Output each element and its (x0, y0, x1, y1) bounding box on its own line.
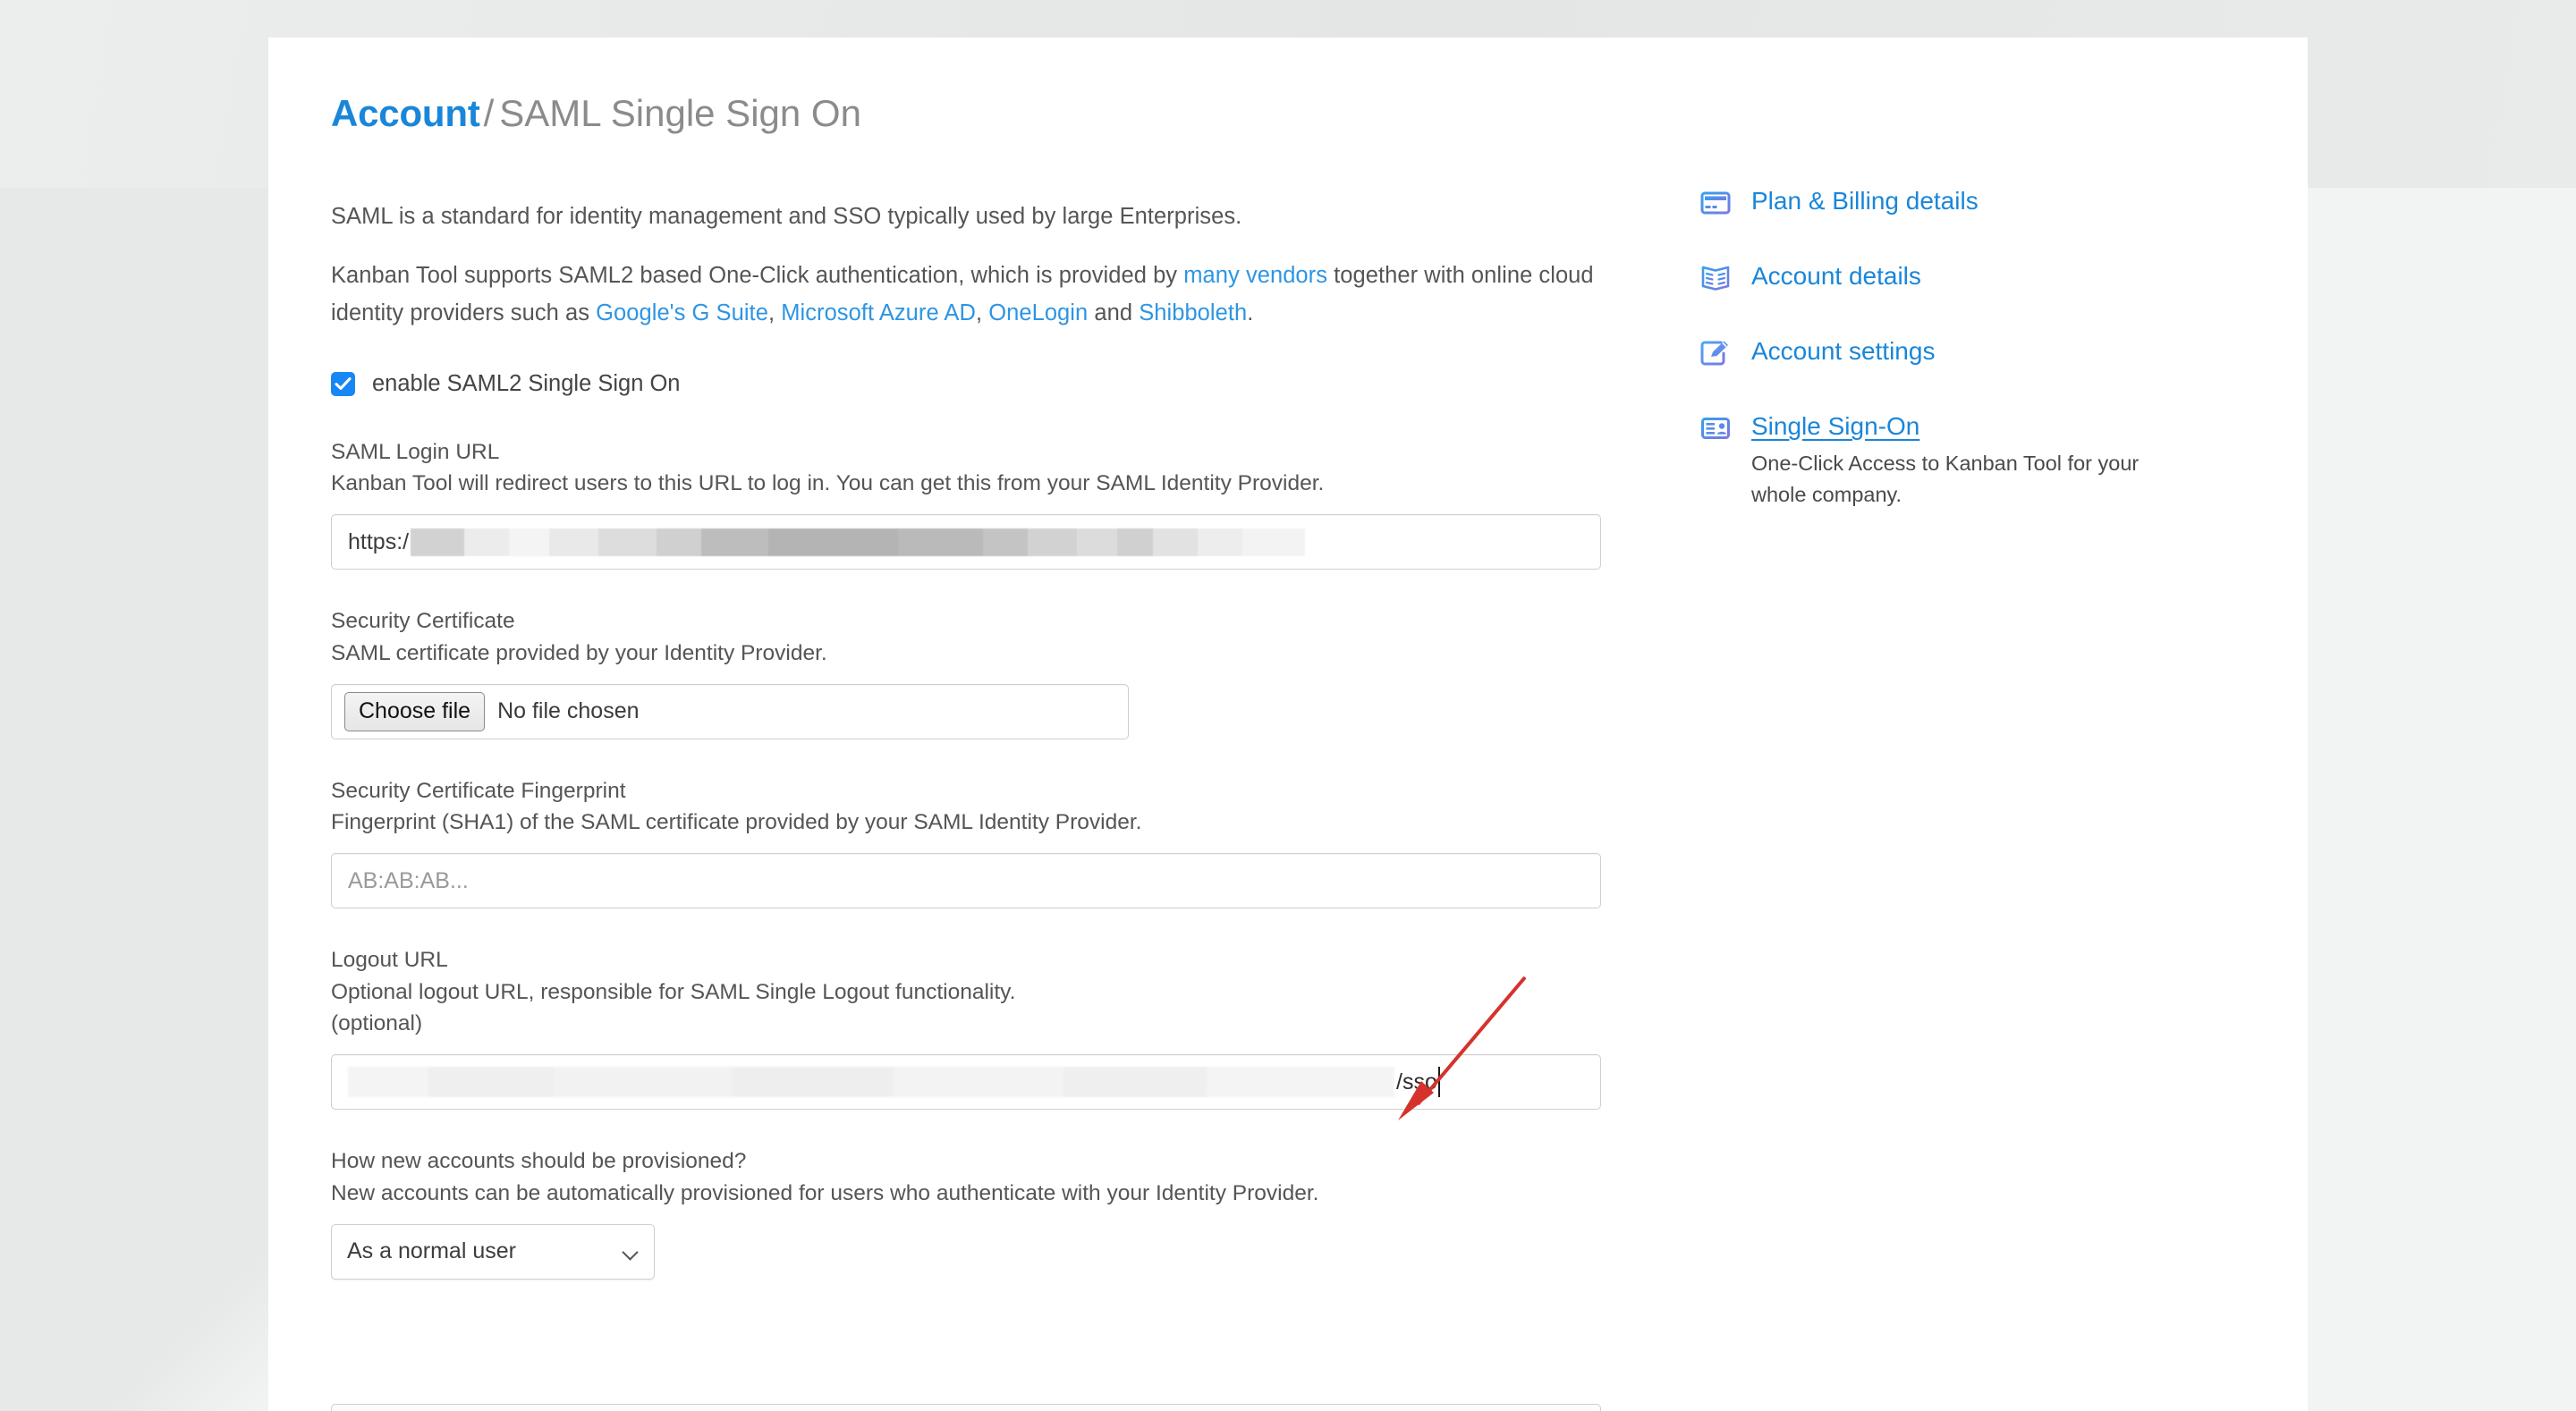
chevron-down-icon (623, 1246, 639, 1256)
sidebar-label-account-settings: Account settings (1751, 337, 1936, 365)
logout-url-description: Optional logout URL, responsible for SAM… (331, 979, 1016, 1004)
field-provisioning: How new accounts should be provisioned? … (331, 1145, 1628, 1280)
text-cursor (1437, 1067, 1440, 1098)
field-logout-url: Logout URL Optional logout URL, responsi… (331, 944, 1628, 1111)
intro-separator-2: , (975, 300, 989, 325)
saml-login-url-input[interactable]: https:/ (331, 514, 1601, 570)
sidebar-item-single-sign-on[interactable]: Single Sign-On (1699, 410, 2236, 444)
next-field-partial[interactable] (331, 1404, 1601, 1411)
sidebar: Plan & Billing details Account details A… (1699, 185, 2236, 511)
breadcrumb-separator: / (483, 92, 495, 134)
credit-card-icon (1699, 187, 1732, 219)
checkmark-icon (335, 376, 352, 390)
intro-paragraph-2: Kanban Tool supports SAML2 based One-Cli… (331, 258, 1628, 332)
many-vendors-link[interactable]: many vendors (1183, 263, 1327, 288)
saml-login-url-redacted-value (411, 528, 1306, 556)
enable-saml-label: enable SAML2 Single Sign On (372, 370, 681, 396)
logout-url-title: Logout URL (331, 948, 448, 973)
enable-saml-checkbox-row[interactable]: SAML Login URL enable SAML2 Single Sign … (331, 371, 1628, 397)
provisioning-title: How new accounts should be provisioned? (331, 1149, 747, 1174)
main-column: SAML is a standard for identity manageme… (331, 199, 1628, 1315)
enable-saml-checkbox[interactable] (331, 371, 355, 396)
intro-paragraph-1: SAML is a standard for identity manageme… (331, 204, 1242, 229)
provisioning-select[interactable]: As a normal user (331, 1223, 655, 1280)
pencil-square-icon (1699, 337, 1732, 369)
field-certificate-fingerprint: Security Certificate Fingerprint Fingerp… (331, 775, 1628, 909)
security-certificate-file-input[interactable]: Choose file No file chosen (331, 683, 1129, 739)
intro-separator-3: and (1088, 300, 1140, 325)
id-card-icon (1699, 412, 1732, 444)
onelogin-link[interactable]: OneLogin (988, 300, 1088, 325)
choose-file-button[interactable]: Choose file (344, 692, 486, 731)
security-certificate-description: SAML certificate provided by your Identi… (331, 640, 827, 665)
google-g-suite-link[interactable]: Google's G Suite (596, 300, 768, 325)
logout-url-optional-note: (optional) (331, 1011, 423, 1036)
microsoft-azure-ad-link[interactable]: Microsoft Azure AD (781, 300, 976, 325)
intro-period: . (1247, 300, 1254, 325)
fingerprint-input[interactable]: AB:AB:AB... (331, 853, 1601, 909)
sidebar-item-plan-billing[interactable]: Plan & Billing details (1699, 185, 2236, 219)
sidebar-sso-description: One-Click Access to Kanban Tool for your… (1751, 452, 2140, 507)
breadcrumb-account-link[interactable]: Account (331, 92, 480, 134)
sidebar-label-plan-billing: Plan & Billing details (1751, 187, 1979, 215)
shibboleth-link[interactable]: Shibboleth (1139, 300, 1247, 325)
provisioning-description: New accounts can be automatically provis… (331, 1180, 1319, 1205)
sidebar-item-account-settings[interactable]: Account settings (1699, 335, 2236, 369)
logout-url-value-suffix: /sso (1396, 1069, 1437, 1094)
fingerprint-placeholder: AB:AB:AB... (348, 867, 469, 893)
intro-text-part-1: Kanban Tool supports SAML2 based One-Cli… (331, 263, 1184, 289)
file-chosen-status: No file chosen (497, 698, 640, 724)
fingerprint-title: Security Certificate Fingerprint (331, 778, 626, 803)
field-security-certificate: Security Certificate SAML certificate pr… (331, 605, 1628, 739)
breadcrumb: Account/SAML Single Sign On (331, 92, 861, 134)
saml-login-url-title: SAML Login URL (331, 439, 500, 464)
field-saml-login-url: SAML Login URL Kanban Tool will redirect… (331, 436, 1628, 570)
open-book-icon (1699, 262, 1732, 294)
breadcrumb-current-page: SAML Single Sign On (499, 92, 861, 134)
intro-separator-1: , (767, 300, 782, 325)
fingerprint-description: Fingerprint (SHA1) of the SAML certifica… (331, 810, 1142, 835)
content-card: Account/SAML Single Sign On SAML is a st… (268, 38, 2308, 1411)
provisioning-selected-value: As a normal user (347, 1238, 516, 1264)
sidebar-item-account-details[interactable]: Account details (1699, 260, 2236, 294)
sidebar-label-account-details: Account details (1751, 262, 1921, 290)
saml-login-url-value-prefix: https:/ (348, 528, 410, 554)
logout-url-redacted-value (348, 1067, 1394, 1098)
saml-login-url-description: Kanban Tool will redirect users to this … (331, 471, 1325, 496)
logout-url-input[interactable]: /sso (331, 1054, 1601, 1111)
sidebar-label-single-sign-on[interactable]: Single Sign-On (1751, 410, 1919, 443)
security-certificate-title: Security Certificate (331, 609, 515, 634)
